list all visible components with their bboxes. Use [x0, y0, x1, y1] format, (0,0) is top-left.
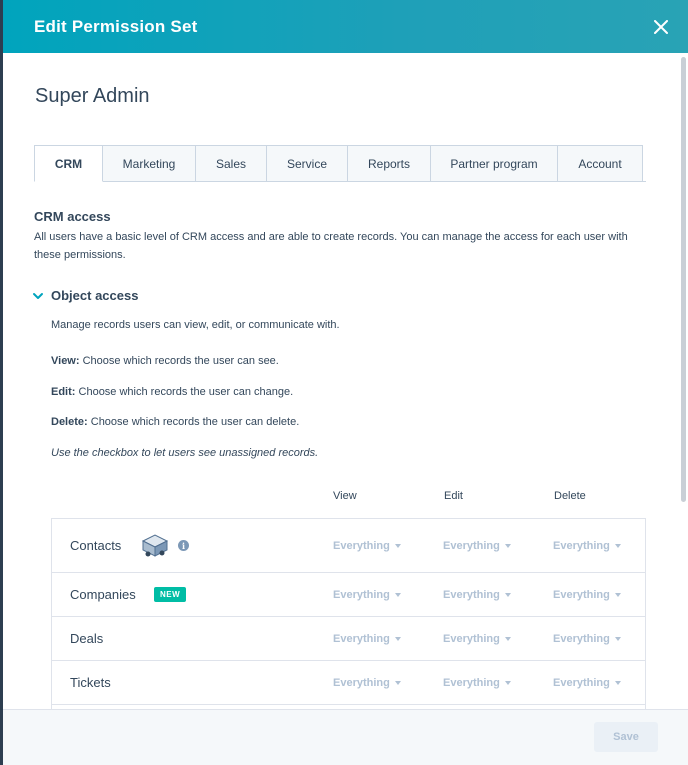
tab-service[interactable]: Service: [267, 145, 348, 182]
tab-sales[interactable]: Sales: [196, 145, 267, 182]
table-row: Companies NEW Everything Everything Ever…: [52, 573, 645, 617]
companies-edit-dropdown[interactable]: Everything: [443, 589, 511, 601]
tab-crm[interactable]: CRM: [34, 145, 103, 182]
caret-down-icon: [504, 543, 511, 548]
caret-down-icon: [504, 592, 511, 597]
edit-permission-set-modal: Edit Permission Set Super Admin CRM Mark…: [3, 0, 688, 765]
deals-delete-dropdown[interactable]: Everything: [553, 633, 621, 645]
chevron-down-icon: [33, 292, 43, 299]
save-button[interactable]: Save: [594, 722, 658, 752]
tab-partner-program[interactable]: Partner program: [431, 145, 558, 182]
permission-tabs: CRM Marketing Sales Service Reports Part…: [34, 145, 646, 182]
deals-view-dropdown[interactable]: Everything: [333, 633, 401, 645]
caret-down-icon: [394, 636, 401, 641]
close-icon: [654, 19, 668, 34]
view-explanation: View: Choose which records the user can …: [51, 355, 279, 367]
close-button[interactable]: [650, 16, 672, 38]
tickets-edit-dropdown[interactable]: Everything: [443, 677, 511, 689]
row-label-companies: Companies: [70, 587, 136, 602]
modal-header: Edit Permission Set: [3, 0, 688, 53]
table-row: Tickets Everything Everything Everything: [52, 661, 645, 705]
caret-down-icon: [504, 636, 511, 641]
table-row: Deals Everything Everything Everything: [52, 617, 645, 661]
modal-footer: Save: [3, 709, 688, 765]
companies-delete-dropdown[interactable]: Everything: [553, 589, 621, 601]
companies-view-dropdown[interactable]: Everything: [333, 589, 401, 601]
modal-title: Edit Permission Set: [34, 16, 198, 36]
caret-down-icon: [394, 592, 401, 597]
tab-account[interactable]: Account: [558, 145, 643, 182]
caret-down-icon: [614, 680, 621, 685]
permission-set-name: Super Admin: [35, 85, 150, 107]
contacts-view-dropdown[interactable]: Everything: [333, 540, 401, 552]
crm-access-description: All users have a basic level of CRM acce…: [34, 231, 628, 261]
object-access-title: Object access: [51, 288, 139, 303]
object-access-toggle[interactable]: Object access: [31, 288, 138, 303]
column-header-delete: Delete: [554, 490, 586, 502]
contacts-edit-dropdown[interactable]: Everything: [443, 540, 511, 552]
delete-explanation: Delete: Choose which records the user ca…: [51, 416, 300, 428]
column-header-edit: Edit: [444, 490, 463, 502]
modal-body: Super Admin CRM Marketing Sales Service …: [3, 53, 688, 709]
edit-explanation: Edit: Choose which records the user can …: [51, 386, 294, 398]
tickets-view-dropdown[interactable]: Everything: [333, 677, 401, 689]
caret-down-icon: [614, 592, 621, 597]
tab-reports[interactable]: Reports: [348, 145, 431, 182]
info-icon[interactable]: i: [178, 540, 189, 551]
caret-down-icon: [614, 636, 621, 641]
row-label-tickets: Tickets: [70, 675, 111, 690]
contacts-delete-dropdown[interactable]: Everything: [553, 540, 621, 552]
checkbox-note: Use the checkbox to let users see unassi…: [51, 447, 319, 459]
object-access-table: Contacts i Everything Everything Everyth…: [51, 518, 646, 709]
caret-down-icon: [504, 680, 511, 685]
caret-down-icon: [394, 543, 401, 548]
caret-down-icon: [394, 680, 401, 685]
deals-edit-dropdown[interactable]: Everything: [443, 633, 511, 645]
table-row: Contacts i Everything Everything Everyth…: [52, 519, 645, 573]
new-badge: NEW: [154, 587, 187, 602]
truck-illustration-icon: [141, 533, 169, 557]
caret-down-icon: [614, 543, 621, 548]
crm-access-title: CRM access: [34, 209, 111, 224]
column-header-view: View: [333, 490, 357, 502]
tab-marketing[interactable]: Marketing: [103, 145, 196, 182]
row-label-contacts: Contacts: [70, 538, 122, 553]
object-access-intro: Manage records users can view, edit, or …: [51, 319, 340, 331]
row-label-deals: Deals: [70, 631, 104, 646]
tickets-delete-dropdown[interactable]: Everything: [553, 677, 621, 689]
